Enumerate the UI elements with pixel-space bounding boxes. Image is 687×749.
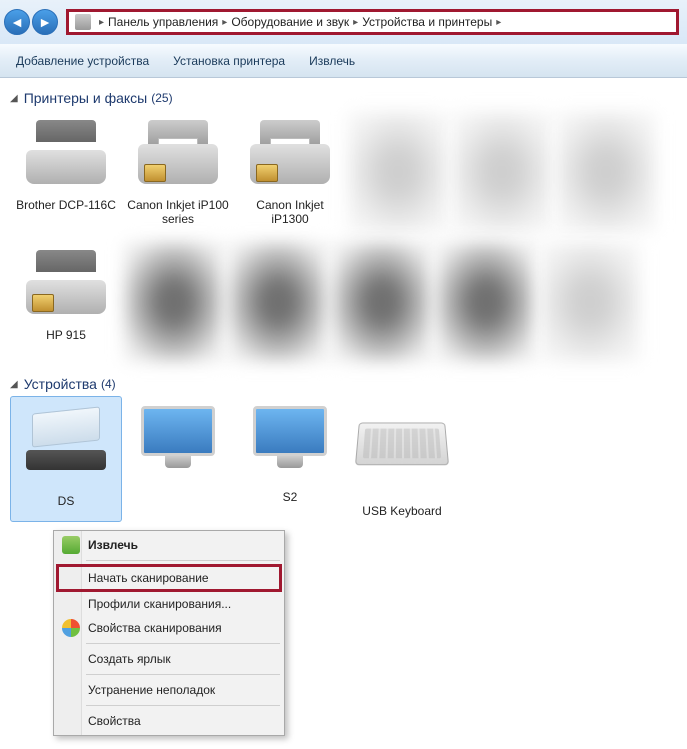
- device-label: DS: [14, 494, 118, 508]
- menu-separator: [86, 674, 280, 675]
- menu-label: Свойства: [88, 714, 141, 728]
- forward-button[interactable]: ►: [32, 9, 58, 35]
- eject-icon: [62, 536, 80, 554]
- scanner-item[interactable]: DS: [10, 396, 122, 522]
- menu-separator: [86, 643, 280, 644]
- device-item[interactable]: [122, 396, 234, 522]
- device-label: HP 915: [14, 328, 118, 342]
- blurred-device: [540, 242, 640, 362]
- eject-button[interactable]: Извлечь: [309, 54, 355, 68]
- menu-item-eject[interactable]: Извлечь: [56, 533, 282, 557]
- printers-grid: Brother DCP-116C Canon Inkjet iP100 seri…: [10, 110, 677, 234]
- chevron-right-icon: ▸: [99, 17, 104, 28]
- monitor-icon: [253, 406, 327, 472]
- group-count: (25): [151, 91, 172, 105]
- printer-icon: [26, 244, 106, 314]
- chevron-right-icon: ▸: [353, 17, 358, 28]
- printer-item[interactable]: Canon Inkjet iP1300: [234, 110, 346, 234]
- group-header-printers[interactable]: ◢ Принтеры и факсы (25): [10, 90, 677, 106]
- menu-label: Извлечь: [88, 538, 138, 552]
- menu-item-properties[interactable]: Свойства: [56, 709, 282, 733]
- breadcrumb-item[interactable]: Панель управления: [108, 15, 218, 29]
- device-label: S2: [238, 490, 342, 504]
- group-header-devices[interactable]: ◢ Устройства (4): [10, 376, 677, 392]
- photo-badge-icon: [256, 164, 278, 182]
- chevron-right-icon: ▸: [496, 17, 501, 28]
- menu-item-start-scan[interactable]: Начать сканирование: [56, 564, 282, 592]
- blurred-device: [348, 112, 448, 232]
- device-item[interactable]: S2: [234, 396, 346, 522]
- blurred-device: [124, 242, 224, 362]
- device-label: Canon Inkjet iP1300: [238, 198, 342, 227]
- collapse-arrow-icon: ◢: [10, 93, 18, 104]
- device-label: USB Keyboard: [350, 504, 454, 518]
- printers-grid-row2: HP 915: [10, 240, 677, 364]
- menu-label: Устранение неполадок: [88, 683, 215, 697]
- photo-badge-icon: [32, 294, 54, 312]
- menu-item-troubleshoot[interactable]: Устранение неполадок: [56, 678, 282, 702]
- breadcrumb-item[interactable]: Устройства и принтеры: [362, 15, 492, 29]
- chevron-right-icon: ▸: [222, 17, 227, 28]
- printer-item[interactable]: Canon Inkjet iP100 series: [122, 110, 234, 234]
- blurred-device: [556, 112, 656, 232]
- title-bar: ◄ ► ▸ Панель управления ▸ Оборудование и…: [0, 0, 687, 44]
- add-device-button[interactable]: Добавление устройства: [16, 54, 149, 68]
- menu-separator: [86, 705, 280, 706]
- photo-badge-icon: [144, 164, 166, 182]
- menu-separator: [86, 560, 280, 561]
- collapse-arrow-icon: ◢: [10, 379, 18, 390]
- menu-item-scan-properties[interactable]: Свойства сканирования: [56, 616, 282, 640]
- nav-buttons: ◄ ►: [0, 9, 64, 35]
- menu-label: Свойства сканирования: [88, 621, 222, 635]
- content-area: ◢ Принтеры и факсы (25) Brother DCP-116C…: [0, 78, 687, 528]
- printer-icon: [138, 114, 218, 184]
- blurred-device: [436, 242, 536, 362]
- printer-item[interactable]: HP 915: [10, 240, 122, 364]
- printer-item[interactable]: Brother DCP-116C: [10, 110, 122, 234]
- group-title: Устройства: [24, 376, 97, 392]
- devices-grid: DS S2 USB Keyboard: [10, 396, 677, 522]
- blurred-device: [332, 242, 432, 362]
- menu-label: Профили сканирования...: [88, 597, 231, 611]
- device-item[interactable]: USB Keyboard: [346, 396, 458, 522]
- device-label: Brother DCP-116C: [14, 198, 118, 212]
- toolbar: Добавление устройства Установка принтера…: [0, 44, 687, 78]
- control-panel-icon: [75, 14, 91, 30]
- group-title: Принтеры и факсы: [24, 90, 148, 106]
- context-menu: Извлечь Начать сканирование Профили скан…: [53, 530, 285, 736]
- blurred-device: [228, 242, 328, 362]
- blurred-device: [452, 112, 552, 232]
- group-count: (4): [101, 377, 116, 391]
- back-button[interactable]: ◄: [4, 9, 30, 35]
- printer-icon: [250, 114, 330, 184]
- keyboard-icon: [355, 423, 449, 466]
- printer-icon: [26, 114, 106, 184]
- menu-label: Начать сканирование: [88, 571, 209, 585]
- add-printer-button[interactable]: Установка принтера: [173, 54, 285, 68]
- breadcrumb[interactable]: ▸ Панель управления ▸ Оборудование и зву…: [66, 9, 679, 35]
- menu-item-create-shortcut[interactable]: Создать ярлык: [56, 647, 282, 671]
- menu-label: Создать ярлык: [88, 652, 171, 666]
- monitor-icon: [141, 406, 215, 472]
- scanner-icon: [26, 410, 106, 470]
- breadcrumb-item[interactable]: Оборудование и звук: [231, 15, 349, 29]
- shield-icon: [62, 619, 80, 637]
- device-label: Canon Inkjet iP100 series: [126, 198, 230, 227]
- menu-item-scan-profiles[interactable]: Профили сканирования...: [56, 592, 282, 616]
